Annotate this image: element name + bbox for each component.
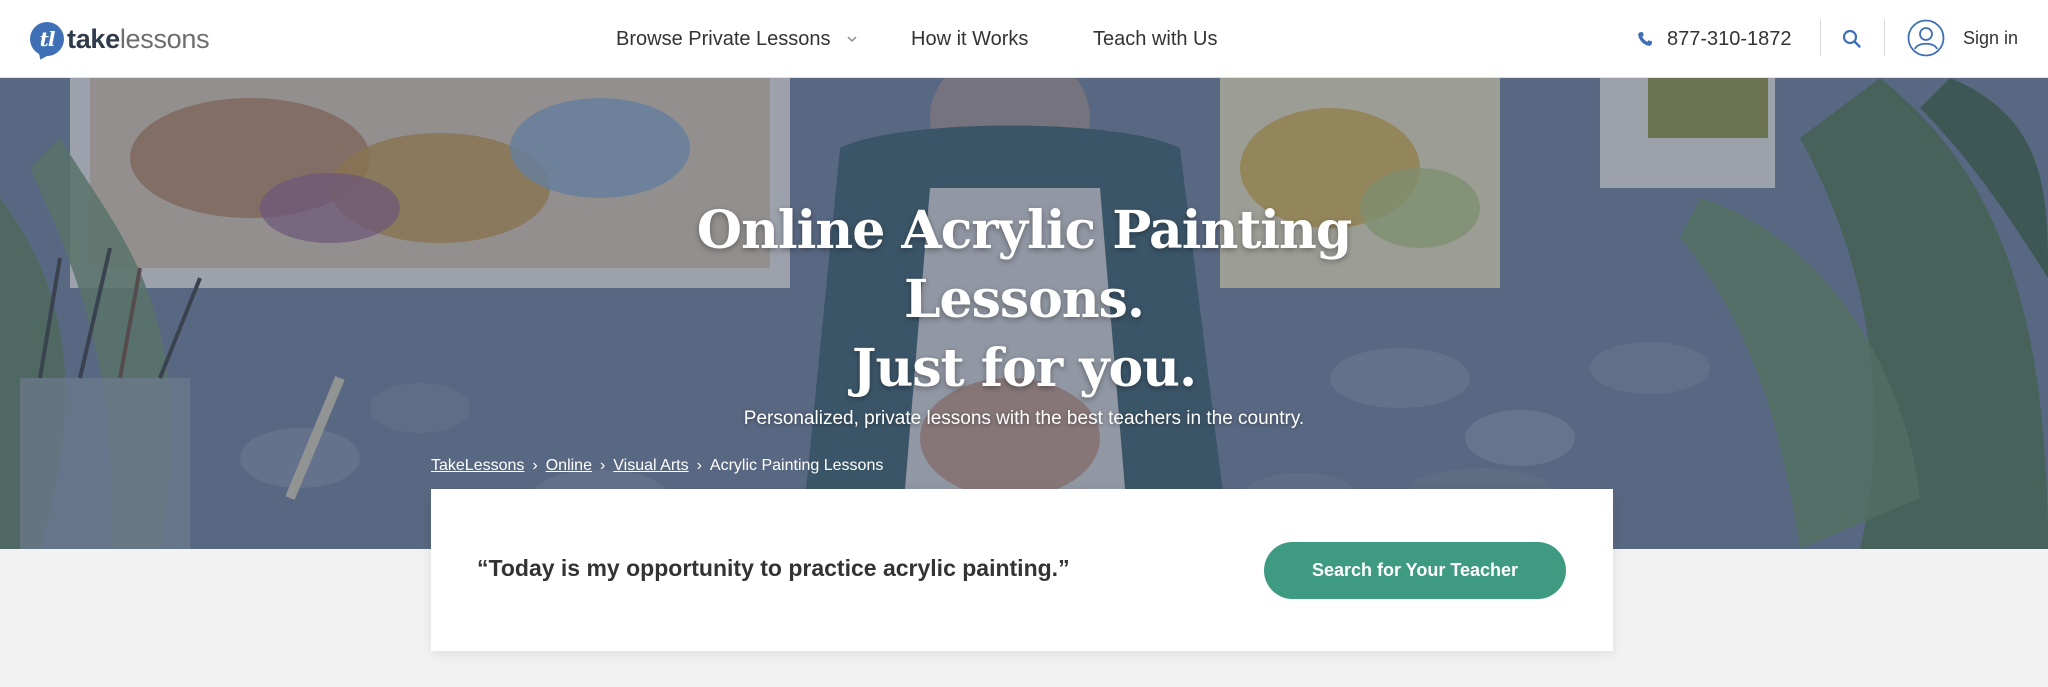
logo-wordmark: takelessons xyxy=(67,23,210,54)
takelessons-logo[interactable]: tl takelessons xyxy=(30,19,210,59)
nav-how-label: How it Works xyxy=(911,27,1029,50)
nav-teach-label: Teach with Us xyxy=(1093,27,1218,50)
breadcrumb-current: Acrylic Painting Lessons xyxy=(709,457,884,474)
breadcrumb-separator: › xyxy=(696,457,702,474)
nav-browse-label: Browse Private Lessons xyxy=(616,27,831,50)
breadcrumb-takelessons[interactable]: TakeLessons xyxy=(431,457,524,475)
search-icon[interactable] xyxy=(1841,28,1863,50)
header-divider xyxy=(1884,20,1885,56)
nav-teach-with-us[interactable]: Teach with Us xyxy=(1093,0,1218,78)
hero-banner: Online Acrylic Painting Lessons. Just fo… xyxy=(0,78,2048,549)
hero-title: Online Acrylic Painting Lessons. Just fo… xyxy=(0,196,2048,403)
phone-number: 877-310-1872 xyxy=(1667,27,1792,50)
chevron-down-icon xyxy=(846,36,857,43)
search-cta-card: “Today is my opportunity to practice acr… xyxy=(431,489,1613,651)
hero-title-line2: Lessons. xyxy=(903,269,1145,330)
breadcrumb-visual-arts[interactable]: Visual Arts xyxy=(613,457,688,475)
breadcrumb-separator: › xyxy=(599,457,606,474)
hero-title-line1: Online Acrylic Painting xyxy=(696,200,1352,261)
breadcrumb-separator: › xyxy=(532,457,538,474)
breadcrumb-online[interactable]: Online xyxy=(546,457,592,475)
search-for-teacher-button[interactable]: Search for Your Teacher xyxy=(1264,542,1566,599)
hero-title-line3: Just for you. xyxy=(851,338,1197,399)
nav-browse-private-lessons[interactable]: Browse Private Lessons xyxy=(616,0,859,78)
quote-text: “Today is my opportunity to practice acr… xyxy=(477,555,1070,581)
logo-mark-icon: tl xyxy=(30,22,64,56)
phone-icon xyxy=(1638,32,1652,46)
breadcrumb: TakeLessons › Online › Visual Arts › Acr… xyxy=(431,457,883,475)
sign-in-link[interactable]: Sign in xyxy=(1907,17,2018,59)
phone-link[interactable]: 877-310-1872 xyxy=(1637,0,1792,78)
header-divider xyxy=(1820,20,1821,56)
sign-in-label: Sign in xyxy=(1963,27,2019,48)
hero-subtitle: Personalized, private lessons with the b… xyxy=(743,408,1305,429)
nav-how-it-works[interactable]: How it Works xyxy=(911,0,1028,78)
user-avatar-icon xyxy=(1907,19,1945,57)
site-header: tl takelessons Browse Private Lessons Ho… xyxy=(0,0,2048,78)
